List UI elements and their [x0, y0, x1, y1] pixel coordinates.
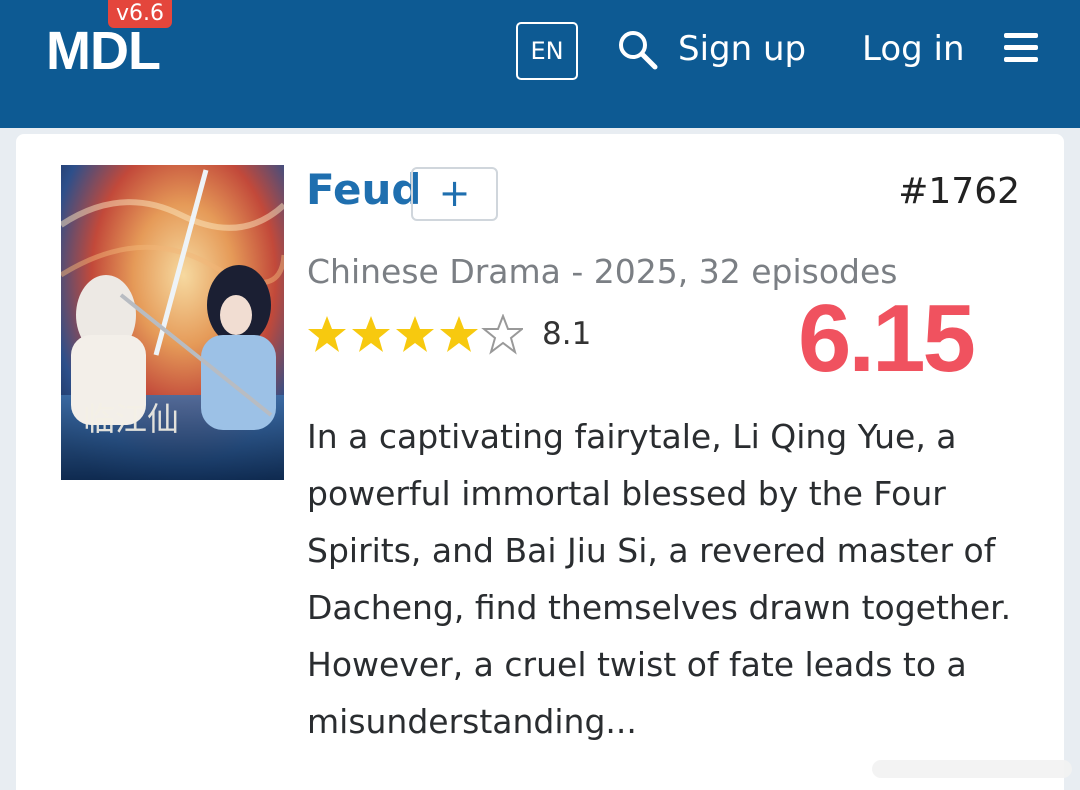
- signup-link[interactable]: Sign up: [678, 28, 806, 70]
- rating-value: 8.1: [542, 316, 592, 352]
- version-badge: v6.6: [108, 0, 173, 28]
- search-icon[interactable]: [616, 28, 660, 72]
- add-to-list-button[interactable]: +: [411, 167, 498, 221]
- star-icon: [396, 316, 434, 352]
- overlay-score: 6.15: [798, 285, 976, 392]
- top-navbar: MDL v6.6 EN Sign up Log in: [0, 0, 1080, 128]
- rank-label: #1762: [898, 171, 1020, 212]
- star-rating: [308, 314, 523, 355]
- drama-poster[interactable]: 临江仙: [61, 165, 284, 480]
- svg-text:临江仙: 临江仙: [83, 400, 179, 438]
- star-icon: [440, 316, 478, 352]
- watermark-graphic: [872, 760, 1072, 778]
- star-icon: [352, 316, 390, 352]
- mdl-logo[interactable]: MDL: [46, 20, 161, 82]
- menu-icon[interactable]: [1004, 33, 1038, 63]
- login-link[interactable]: Log in: [862, 28, 965, 70]
- star-outline-icon: [481, 314, 523, 355]
- drama-title[interactable]: Feud: [306, 164, 421, 216]
- synopsis-text: In a captivating fairytale, Li Qing Yue,…: [307, 417, 1012, 741]
- star-icon: [308, 316, 346, 352]
- language-button[interactable]: EN: [516, 22, 578, 80]
